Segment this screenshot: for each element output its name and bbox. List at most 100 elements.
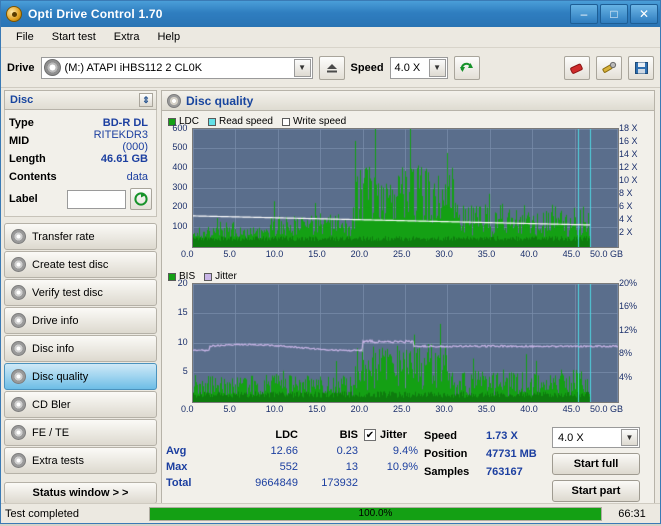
y-tick-label-right: 2 X bbox=[619, 227, 633, 237]
x-tick-label: 45.0 bbox=[562, 404, 581, 414]
x-tick-label: 40.0 bbox=[520, 249, 538, 259]
disc-panel-title: Disc bbox=[10, 94, 34, 106]
sidebar-item-transfer-rate[interactable]: Transfer rate bbox=[4, 223, 157, 250]
window-buttons: – □ ✕ bbox=[570, 4, 658, 24]
disc-icon bbox=[11, 453, 26, 468]
stats-row-total: Total 9664849 173932 bbox=[166, 475, 424, 491]
maximize-button[interactable]: □ bbox=[600, 4, 628, 24]
x-tick-label: 40.0 bbox=[520, 404, 538, 414]
sidebar-item-label: Disc quality bbox=[32, 370, 89, 383]
y-tick-label-left: 100 bbox=[172, 221, 188, 231]
jitter-checkbox[interactable]: ✔ bbox=[364, 429, 376, 441]
readout-labels: Speed Position Samples bbox=[424, 427, 486, 502]
menu-item-extra[interactable]: Extra bbox=[105, 29, 149, 45]
start-part-button[interactable]: Start part bbox=[552, 480, 640, 502]
y-tick-label-right: 4% bbox=[619, 372, 633, 382]
legend-swatch-jitter bbox=[204, 272, 213, 281]
sidebar-item-disc-quality[interactable]: Disc quality bbox=[4, 363, 157, 390]
sidebar-item-drive-info[interactable]: Drive info bbox=[4, 307, 157, 334]
disc-quality-title: Disc quality bbox=[186, 93, 254, 108]
menu-item-file[interactable]: File bbox=[7, 29, 43, 45]
eject-button[interactable] bbox=[318, 55, 345, 80]
menu-item-help[interactable]: Help bbox=[148, 29, 189, 45]
disc-icon bbox=[167, 93, 181, 108]
chevron-down-icon[interactable]: ▼ bbox=[621, 429, 638, 446]
status-text: Test completed bbox=[5, 507, 79, 520]
stats-max-bis: 13 bbox=[345, 461, 358, 473]
x-tick-label: 45.0 bbox=[562, 249, 581, 259]
y-tick-label-left: 10 bbox=[177, 337, 188, 347]
y-tick-label-left: 300 bbox=[172, 182, 188, 192]
sidebar-item-verify-test-disc[interactable]: Verify test disc bbox=[4, 279, 157, 306]
y-tick-label-right: 16 X bbox=[619, 136, 638, 146]
readout-label-samples: Samples bbox=[424, 466, 470, 478]
disc-icon bbox=[43, 59, 61, 76]
disc-label-input[interactable] bbox=[67, 189, 126, 209]
pin-icon[interactable]: ⇕ bbox=[139, 93, 153, 107]
drive-select[interactable]: (M:) ATAPI iHBS112 2 CL0K ▼ bbox=[40, 56, 313, 79]
legend-top: LDC Read speed Write speed bbox=[168, 115, 650, 128]
sidebar-item-fe-te[interactable]: FE / TE bbox=[4, 419, 157, 446]
speed-select-value: 4.0 X bbox=[394, 61, 421, 74]
y-tick-label-left: 600 bbox=[172, 123, 188, 133]
disc-contents-label: Contents bbox=[9, 171, 57, 183]
status-window-toggle[interactable]: Status window > > bbox=[4, 482, 157, 504]
minimize-button[interactable]: – bbox=[570, 4, 598, 24]
legend-swatch-bis bbox=[168, 272, 176, 281]
sidebar-item-label: Transfer rate bbox=[32, 230, 95, 243]
legend-item-write-speed: Write speed bbox=[281, 116, 346, 127]
legend-item-jitter: Jitter bbox=[204, 271, 237, 282]
x-tick-label: 35.0 bbox=[477, 404, 496, 414]
window-title: Opti Drive Control 1.70 bbox=[28, 7, 163, 21]
disc-type-value: BD-R DL bbox=[102, 117, 148, 129]
save-button[interactable] bbox=[628, 55, 654, 80]
sidebar-item-create-test-disc[interactable]: Create test disc bbox=[4, 251, 157, 278]
sidebar-item-disc-info[interactable]: Disc info bbox=[4, 335, 157, 362]
y-tick-label-left: 200 bbox=[172, 201, 188, 211]
x-tick-label: 10.0 bbox=[265, 249, 284, 259]
jitter-label: Jitter bbox=[380, 429, 407, 441]
tools-icon bbox=[602, 61, 617, 73]
x-tick-label: 30.0 bbox=[435, 404, 453, 414]
chevron-down-icon[interactable]: ▼ bbox=[428, 58, 446, 77]
stats-row-label: Avg bbox=[166, 445, 187, 457]
jitter-checkbox-group[interactable]: ✔ Jitter bbox=[364, 429, 407, 441]
charts-container: LDC Read speed Write speed 0.0 5.0 10.0 … bbox=[161, 111, 655, 507]
disc-label-refresh-button[interactable] bbox=[130, 188, 152, 210]
start-full-button[interactable]: Start full bbox=[552, 453, 640, 475]
drive-select-value: (M:) ATAPI iHBS112 2 CL0K bbox=[64, 61, 203, 74]
disc-icon bbox=[11, 425, 26, 440]
stats-avg-bis: 0.23 bbox=[336, 445, 358, 457]
disc-info-panel: Type BD-R DL MID RITEKDR3 (000) Length 4… bbox=[4, 110, 157, 217]
y-tick-label-right: 14 X bbox=[619, 149, 638, 159]
stats-header-ldc: LDC bbox=[275, 429, 298, 441]
x-tick-label: 15.0 bbox=[308, 404, 326, 414]
y-tick-label-right: 8 X bbox=[619, 188, 633, 198]
chart-bis: 0.0 5.0 10.0 15.0 20.0 25.0 30.0 35.0 40.0 45.0 50… bbox=[166, 278, 650, 423]
y-tick-label-right: 12 X bbox=[619, 162, 638, 172]
sidebar-item-label: Verify test disc bbox=[32, 286, 103, 299]
tools-button[interactable] bbox=[596, 55, 622, 80]
test-speed-select[interactable]: 4.0 X ▼ bbox=[552, 427, 640, 448]
menu-item-start-test[interactable]: Start test bbox=[43, 29, 105, 45]
sidebar-item-cd-bler[interactable]: CD Bler bbox=[4, 391, 157, 418]
x-tick-label: 50.0 GB bbox=[590, 404, 624, 414]
y-tick-label-right: 4 X bbox=[619, 214, 633, 224]
readout-value-samples: 763167 bbox=[486, 466, 523, 478]
x-tick-label: 0.0 bbox=[181, 249, 194, 259]
stats-row-avg: Avg 12.66 0.23 9.4% bbox=[166, 443, 424, 459]
readout-value-speed: 1.73 X bbox=[486, 430, 518, 442]
plot-area-ldc bbox=[192, 128, 619, 248]
legend-swatch-read-speed bbox=[208, 117, 217, 126]
sidebar-item-extra-tests[interactable]: Extra tests bbox=[4, 447, 157, 474]
speed-select[interactable]: 4.0 X ▼ bbox=[389, 56, 448, 79]
sidebar-item-label: Drive info bbox=[32, 314, 79, 327]
stats-area: LDC BIS ✔ Jitter Avg 12.66 0.23 9.4% Max… bbox=[166, 427, 650, 502]
readout-value-position: 47731 MB bbox=[486, 448, 537, 460]
test-controls: 4.0 X ▼ Start full Start part bbox=[550, 427, 650, 502]
x-tick-label: 15.0 bbox=[308, 249, 326, 259]
close-button[interactable]: ✕ bbox=[630, 4, 658, 24]
refresh-button[interactable] bbox=[453, 55, 480, 80]
chevron-down-icon[interactable]: ▼ bbox=[293, 58, 311, 77]
erase-button[interactable] bbox=[564, 55, 590, 80]
